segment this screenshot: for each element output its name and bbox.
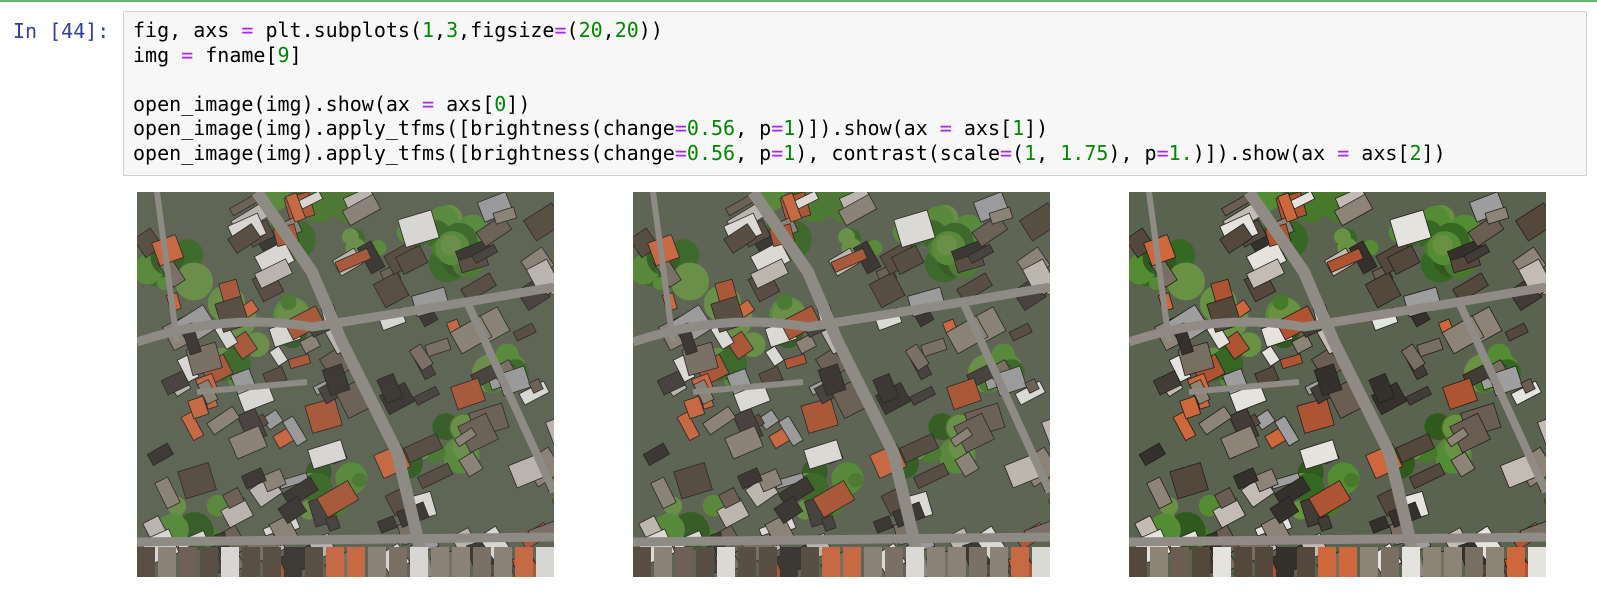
code-text: ), contrast(scale	[795, 140, 1000, 165]
code-text: (	[566, 18, 579, 42]
code-number: 0	[494, 91, 507, 116]
code-text: , p	[735, 140, 772, 165]
code-operator: =	[241, 18, 254, 42]
code-line[interactable]: open_image(img).show(ax = axs[0])	[133, 92, 1586, 117]
code-line[interactable]: open_image(img).apply_tfms([brightness(c…	[133, 116, 1586, 141]
code-line[interactable]: img = fname[9]	[133, 43, 1586, 68]
code-number: 20	[578, 18, 603, 42]
code-text: axs[	[1349, 140, 1410, 165]
code-text: ))	[638, 18, 663, 42]
code-text: )]).show(ax	[795, 116, 940, 140]
plot-image-brightness	[633, 192, 1050, 577]
code-text: ]	[289, 42, 302, 67]
code-text: open_image(img).show(ax	[133, 91, 422, 116]
code-text: ])	[506, 91, 531, 116]
code-operator: =	[674, 116, 687, 140]
code-text: axs[	[951, 116, 1013, 140]
plot-image-original	[137, 192, 554, 577]
code-number: 1	[422, 18, 435, 42]
code-operator: =	[181, 42, 194, 67]
input-prompt: In [44]:	[13, 19, 110, 43]
code-editor[interactable]: fig, axs = plt.subplots(1,3,figsize=(20,…	[123, 11, 1587, 176]
code-operator: =	[674, 140, 687, 165]
code-number: 1	[783, 140, 796, 165]
code-operator: =	[939, 116, 952, 140]
code-operator: =	[771, 140, 784, 165]
code-text: ), p	[1108, 140, 1157, 165]
code-operator: =	[771, 116, 784, 140]
code-text: fig, axs	[133, 18, 242, 42]
code-text: axs[	[434, 91, 495, 116]
code-number: 1.75	[1060, 140, 1109, 165]
code-line[interactable]	[133, 67, 1586, 92]
code-text: ,	[602, 18, 615, 42]
code-line[interactable]: open_image(img).apply_tfms([brightness(c…	[133, 141, 1586, 166]
code-operator: =	[1156, 140, 1169, 165]
code-text: open_image(img).apply_tfms([brightness(c…	[133, 140, 675, 165]
code-text: plt.subplots(	[253, 18, 422, 42]
code-number: 3	[446, 18, 459, 42]
plot-image-brightness-contrast	[1129, 192, 1546, 577]
code-number: 2	[1409, 140, 1422, 165]
code-text: open_image(img).apply_tfms([brightness(c…	[133, 116, 675, 140]
code-text: ])	[1024, 116, 1049, 140]
notebook-cell[interactable]: In [44]: fig, axs = plt.subplots(1,3,fig…	[0, 0, 1597, 602]
code-number: 0.56	[686, 140, 736, 165]
code-number: 1	[1012, 116, 1025, 140]
code-number: 1	[783, 116, 796, 140]
output-area	[123, 192, 1587, 587]
code-number: 20	[614, 18, 639, 42]
code-number: 9	[277, 42, 290, 67]
code-text: )]).show(ax	[1192, 140, 1338, 165]
code-text: img	[133, 42, 182, 67]
code-text: fname[	[193, 42, 278, 67]
code-operator: =	[421, 91, 435, 116]
code-text: ,figsize	[458, 18, 555, 42]
code-line[interactable]: fig, axs = plt.subplots(1,3,figsize=(20,…	[133, 18, 1586, 43]
code-operator: =	[554, 18, 567, 42]
code-text: (	[1012, 140, 1025, 165]
code-number: 1.	[1168, 140, 1193, 165]
code-text: ,	[434, 18, 447, 42]
code-text: ,	[1036, 140, 1061, 165]
code-number: 0.56	[686, 116, 736, 140]
code-operator: =	[1000, 140, 1013, 165]
code-text: ])	[1421, 140, 1446, 165]
code-text: , p	[735, 116, 772, 140]
code-operator: =	[1337, 140, 1350, 165]
code-number: 1	[1024, 140, 1037, 165]
